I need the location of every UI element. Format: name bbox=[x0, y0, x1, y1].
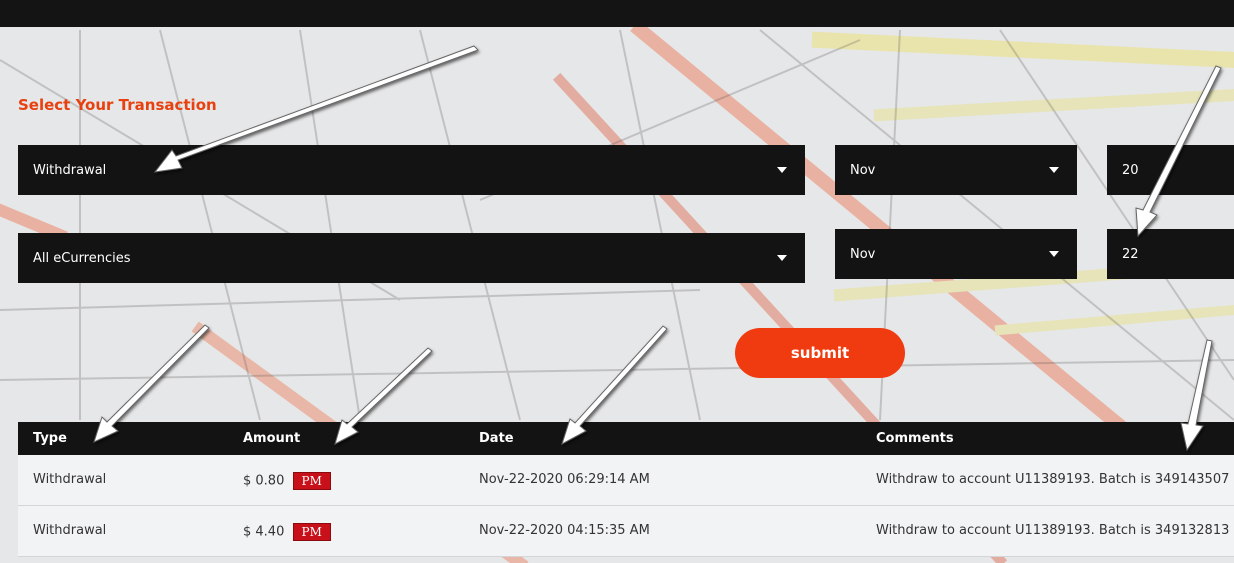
pm-badge: PM bbox=[292, 523, 331, 541]
row-date: Nov-22-2020 06:29:14 AM bbox=[479, 472, 650, 487]
from-month-value: Nov bbox=[850, 162, 876, 178]
submit-button[interactable]: submit bbox=[735, 328, 905, 378]
header-type[interactable]: Type bbox=[33, 431, 67, 446]
header-amount[interactable]: Amount bbox=[243, 431, 300, 446]
row-amount-cell: $ 0.80 PM bbox=[243, 472, 331, 490]
pm-badge: PM bbox=[292, 472, 331, 490]
row-comment: Withdraw to account U11389193. Batch is … bbox=[876, 523, 1230, 538]
header-date[interactable]: Date bbox=[479, 431, 514, 446]
to-month-select[interactable]: Nov bbox=[835, 229, 1077, 279]
table-header-row: Type Amount Date Comments bbox=[18, 422, 1234, 455]
to-day-select[interactable]: 22 bbox=[1107, 229, 1234, 279]
from-day-value: 20 bbox=[1122, 162, 1139, 178]
table-row: Withdrawal $ 0.80 PM Nov-22-2020 06:29:1… bbox=[18, 455, 1234, 506]
transaction-type-value: Withdrawal bbox=[33, 162, 107, 178]
chevron-down-icon bbox=[777, 255, 787, 261]
chevron-down-icon bbox=[777, 167, 787, 173]
from-day-select[interactable]: 20 bbox=[1107, 145, 1234, 195]
row-comment: Withdraw to account U11389193. Batch is … bbox=[876, 472, 1230, 487]
row-amount: $ 4.40 bbox=[243, 524, 285, 540]
to-month-value: Nov bbox=[850, 246, 876, 262]
transaction-type-select[interactable]: Withdrawal bbox=[18, 145, 805, 195]
to-day-value: 22 bbox=[1122, 246, 1139, 262]
row-amount-cell: $ 4.40 PM bbox=[243, 523, 331, 541]
currency-select[interactable]: All eCurrencies bbox=[18, 233, 805, 283]
transactions-table: Type Amount Date Comments Withdrawal $ 0… bbox=[18, 422, 1234, 557]
from-month-select[interactable]: Nov bbox=[835, 145, 1077, 195]
row-type: Withdrawal bbox=[33, 523, 107, 538]
page-heading: Select Your Transaction bbox=[18, 96, 217, 114]
row-type: Withdrawal bbox=[33, 472, 107, 487]
currency-value: All eCurrencies bbox=[33, 250, 131, 266]
row-date: Nov-22-2020 04:15:35 AM bbox=[479, 523, 650, 538]
top-bar bbox=[0, 0, 1234, 27]
chevron-down-icon bbox=[1049, 167, 1059, 173]
row-amount: $ 0.80 bbox=[243, 473, 285, 489]
header-comments[interactable]: Comments bbox=[876, 431, 954, 446]
table-row: Withdrawal $ 4.40 PM Nov-22-2020 04:15:3… bbox=[18, 506, 1234, 557]
chevron-down-icon bbox=[1049, 251, 1059, 257]
